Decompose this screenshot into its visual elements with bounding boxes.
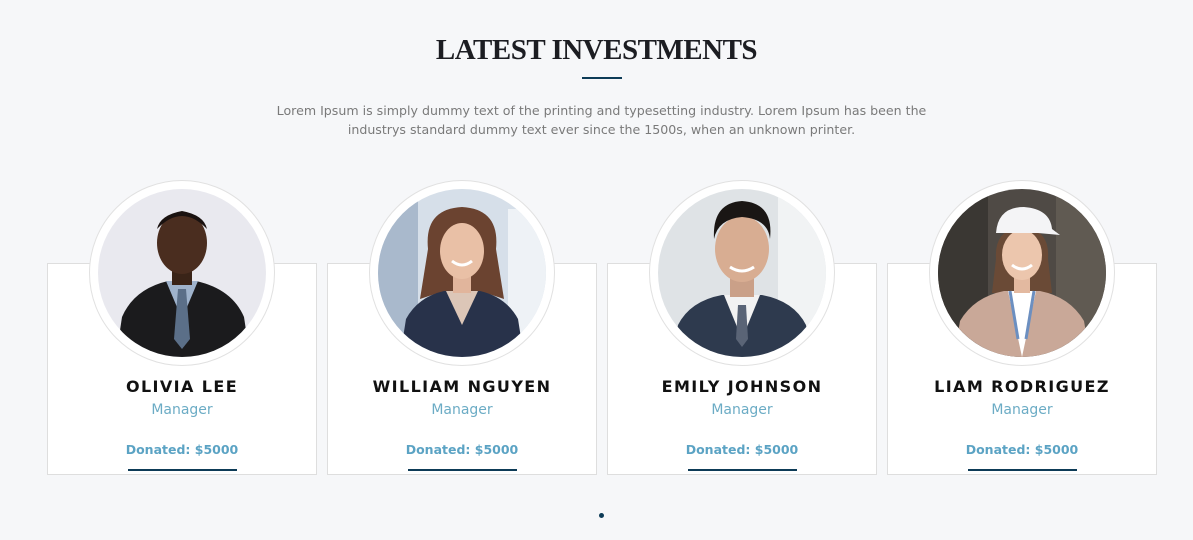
investor-name: OLIVIA LEE <box>125 377 239 396</box>
person-photo <box>938 189 1106 357</box>
investor-name: WILLIAM NGUYEN <box>372 377 552 396</box>
donated-amount: Donated: $5000 <box>405 442 519 457</box>
section-title: LATEST INVESTMENTS <box>435 34 758 66</box>
avatar-frame <box>649 180 835 366</box>
investor-role: Manager <box>431 402 493 418</box>
donated-underline <box>968 469 1077 471</box>
investor-role: Manager <box>711 402 773 418</box>
investor-role: Manager <box>991 402 1053 418</box>
section-intro: Lorem Ipsum is simply dummy text of the … <box>276 103 927 137</box>
person-photo <box>98 189 266 357</box>
investor-role: Manager <box>151 402 213 418</box>
avatar-frame <box>929 180 1115 366</box>
avatar-frame <box>369 180 555 366</box>
avatar <box>938 189 1106 357</box>
donated-amount: Donated: $5000 <box>685 442 799 457</box>
avatar <box>378 189 546 357</box>
latest-investments-section: LATEST INVESTMENTS Lorem Ipsum is simply… <box>0 0 1193 540</box>
investor-name: LIAM RODRIGUEZ <box>934 377 1110 396</box>
donated-amount: Donated: $5000 <box>965 442 1079 457</box>
carousel-page-dot[interactable] <box>599 513 604 518</box>
avatar <box>658 189 826 357</box>
investor-name: EMILY JOHNSON <box>661 377 823 396</box>
person-photo <box>658 189 826 357</box>
avatar <box>98 189 266 357</box>
title-underline <box>582 77 622 79</box>
donated-underline <box>408 469 517 471</box>
person-photo <box>378 189 546 357</box>
donated-underline <box>688 469 797 471</box>
donated-underline <box>128 469 237 471</box>
donated-amount: Donated: $5000 <box>125 442 239 457</box>
avatar-frame <box>89 180 275 366</box>
